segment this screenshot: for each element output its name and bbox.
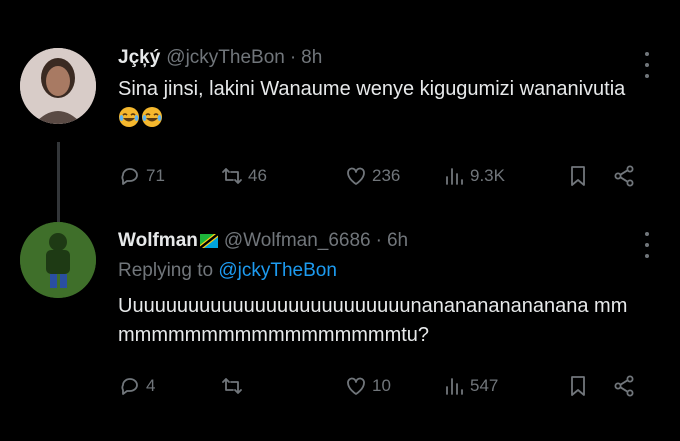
timestamp[interactable]: 6h xyxy=(387,230,408,252)
like-button[interactable]: 236 xyxy=(344,164,442,188)
retweet-button[interactable] xyxy=(220,374,344,398)
bookmark-button[interactable] xyxy=(566,164,612,188)
replying-to: Replying to @jckyTheBon xyxy=(118,260,640,282)
reply-count: 71 xyxy=(146,166,165,185)
retweet-icon xyxy=(222,168,242,184)
share-button[interactable] xyxy=(612,374,636,398)
bookmark-icon xyxy=(571,376,585,396)
like-icon xyxy=(347,377,365,395)
share-icon xyxy=(614,165,634,187)
reply-icon xyxy=(121,378,138,395)
tanzania-flag-icon xyxy=(199,234,218,248)
tweet-actions: 71 46 236 9.3K xyxy=(118,164,648,188)
tweet-body: Sina jinsi, lakini Wanaume wenye kigugum… xyxy=(118,78,626,100)
separator-dot: · xyxy=(289,47,297,68)
views-button[interactable]: 547 xyxy=(442,374,566,398)
like-count: 10 xyxy=(372,376,391,395)
replying-to-label: Replying to xyxy=(118,260,214,281)
replying-to-mention[interactable]: @jckyTheBon xyxy=(218,260,337,281)
more-options-icon[interactable] xyxy=(644,52,650,78)
laughing-emoji-pair: 😂😂 xyxy=(118,107,164,129)
share-button[interactable] xyxy=(612,164,636,188)
separator-dot: · xyxy=(375,230,382,251)
tears-of-joy-emoji-icon xyxy=(142,107,162,127)
avatar[interactable] xyxy=(20,222,96,298)
avatar-image xyxy=(20,222,96,298)
tweet-text: Uuuuuuuuuuuuuuuuuuuuuuuuuunanananananana… xyxy=(118,295,628,346)
user-handle[interactable]: @Wolfman_6686 xyxy=(224,230,371,252)
like-count: 236 xyxy=(372,166,401,185)
reply-icon xyxy=(121,168,138,185)
views-icon xyxy=(446,378,463,395)
bookmark-button[interactable] xyxy=(566,374,612,398)
display-name[interactable]: Jçķý xyxy=(118,47,160,69)
view-count: 9.3K xyxy=(470,166,505,185)
bookmark-icon xyxy=(571,166,585,186)
retweet-icon xyxy=(222,378,242,394)
reply-button[interactable]: 4 xyxy=(118,374,220,398)
display-name[interactable]: Wolfman xyxy=(118,230,198,252)
reply-button[interactable]: 71 xyxy=(118,164,220,188)
retweet-count: 46 xyxy=(248,166,267,185)
reply-count: 4 xyxy=(146,376,156,395)
views-icon xyxy=(446,168,463,185)
views-button[interactable]: 9.3K xyxy=(442,164,566,188)
avatar[interactable] xyxy=(20,48,96,124)
tears-of-joy-emoji-icon xyxy=(119,107,139,127)
like-button[interactable]: 10 xyxy=(344,374,442,398)
tweet-text: Sina jinsi, lakini Wanaume wenye kigugum… xyxy=(118,75,640,133)
share-icon xyxy=(614,375,634,397)
user-handle[interactable]: @jckyTheBon xyxy=(166,47,285,69)
view-count: 547 xyxy=(470,376,499,395)
retweet-button[interactable]: 46 xyxy=(220,164,344,188)
tweet-actions: 4 10 547 xyxy=(118,374,648,398)
like-icon xyxy=(347,167,365,185)
timestamp[interactable]: 8h xyxy=(301,47,322,69)
avatar-image xyxy=(20,48,96,124)
more-options-icon[interactable] xyxy=(644,232,650,258)
